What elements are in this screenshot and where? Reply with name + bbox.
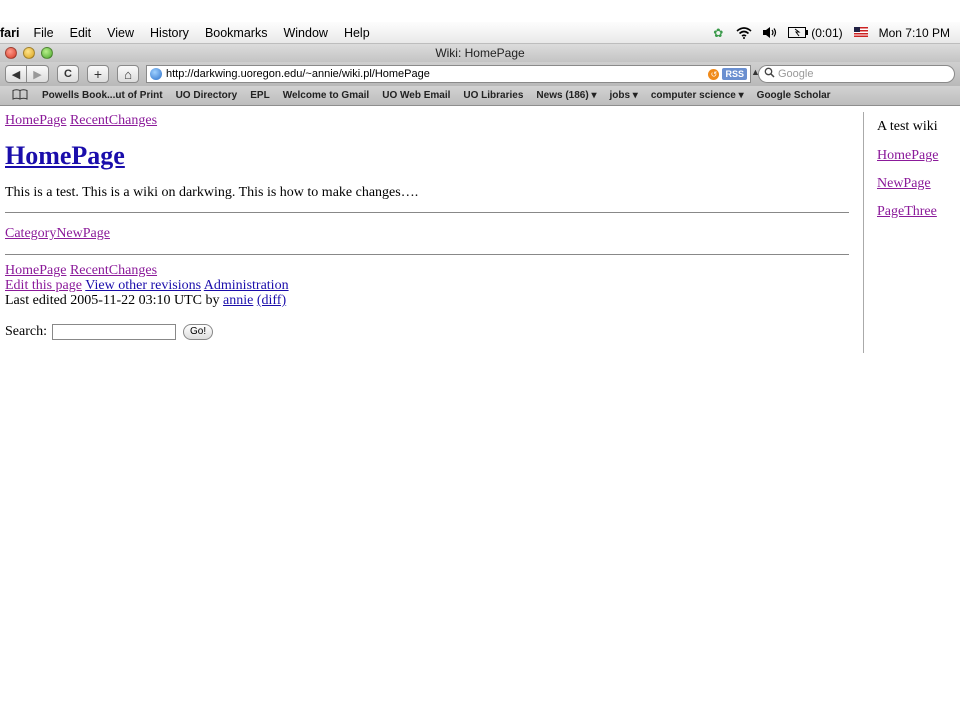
category-link[interactable]: CategoryNewPage	[5, 226, 110, 241]
footer-homepage-link[interactable]: HomePage	[5, 263, 66, 278]
wiki-search: Search: Go!	[5, 324, 849, 340]
menu-history[interactable]: History	[150, 26, 189, 40]
top-margin	[0, 0, 960, 22]
menu-window[interactable]: Window	[283, 26, 327, 40]
page-footer: HomePage RecentChanges Edit this page Vi…	[5, 263, 849, 308]
us-flag-icon[interactable]	[853, 26, 869, 40]
web-page: HomePage RecentChanges HomePage This is …	[0, 107, 960, 720]
search-icon[interactable]	[764, 67, 775, 81]
address-bar[interactable]: http://darkwing.uoregon.edu/~annie/wiki.…	[146, 65, 751, 83]
bookmark-folder[interactable]: jobs ▾	[609, 90, 637, 101]
category-section: CategoryNewPage	[5, 226, 849, 242]
clock[interactable]: Mon 7:10 PM	[879, 26, 950, 40]
volume-icon[interactable]	[762, 26, 778, 40]
bookmark-item[interactable]: UO Libraries	[463, 90, 523, 101]
author-link[interactable]: annie	[223, 293, 253, 308]
snapback-icon[interactable]: ↺	[708, 68, 720, 80]
bookmark-item[interactable]: Powells Book...ut of Print	[42, 90, 163, 101]
plant-icon[interactable]: ✿	[710, 26, 726, 40]
menu-view[interactable]: View	[107, 26, 134, 40]
menu-help[interactable]: Help	[344, 26, 370, 40]
last-edited: Last edited 2005-11-22 03:10 UTC by anni…	[5, 293, 849, 308]
home-button[interactable]: ⌂	[117, 65, 139, 83]
reload-button[interactable]: C	[57, 65, 79, 83]
window-title-bar[interactable]: Wiki: HomePage	[0, 44, 960, 62]
menu-bookmarks[interactable]: Bookmarks	[205, 26, 268, 40]
go-button[interactable]: Go!	[182, 324, 214, 340]
sidebar-link-homepage[interactable]: HomePage	[877, 148, 960, 164]
divider	[5, 212, 849, 213]
homepage-link[interactable]: HomePage	[5, 113, 66, 128]
reload-icon: C	[64, 68, 72, 80]
last-edited-text: Last edited 2005-11-22 03:10 UTC by	[5, 293, 220, 308]
bookmarks-bar: Powells Book...ut of Print UO Directory …	[0, 86, 960, 106]
divider	[5, 254, 849, 255]
forward-arrow-icon: ▶	[33, 68, 42, 81]
bookmark-item[interactable]: UO Web Email	[382, 90, 450, 101]
sidebar-link-pagethree[interactable]: PageThree	[877, 204, 960, 220]
globe-icon	[150, 68, 162, 80]
footer-nav: HomePage RecentChanges	[5, 263, 849, 278]
bookmark-item[interactable]: EPL	[250, 90, 269, 101]
battery-icon	[788, 27, 809, 38]
url-actions: ↺ RSS	[708, 68, 747, 80]
page-title: HomePage	[5, 141, 849, 171]
window-title: Wiki: HomePage	[435, 46, 525, 60]
bookmark-item[interactable]: Welcome to Gmail	[283, 90, 370, 101]
home-icon: ⌂	[124, 66, 132, 82]
browser-toolbar: ◀ ▶ C + ⌂ http://darkwing.uoregon.edu/~a…	[0, 62, 960, 86]
bookmark-folder[interactable]: computer science ▾	[651, 90, 744, 101]
sidebar-link-newpage[interactable]: NewPage	[877, 176, 960, 192]
menu-extras: ✿ (0:01) Mon 7:10 PM	[710, 26, 960, 40]
battery-time: (0:01)	[811, 25, 843, 40]
add-bookmark-button[interactable]: +	[87, 65, 109, 83]
menu-edit[interactable]: Edit	[70, 26, 92, 40]
edit-page-link[interactable]: Edit this page	[5, 278, 82, 293]
plus-icon: +	[93, 66, 103, 82]
search-placeholder: Google	[778, 68, 814, 80]
book-icon[interactable]	[12, 88, 28, 103]
rss-button[interactable]: RSS	[722, 68, 747, 80]
diff-link[interactable]: (diff)	[257, 293, 286, 308]
menu-file[interactable]: File	[33, 26, 53, 40]
search-label: Search:	[5, 324, 47, 339]
sidebar-title: A test wiki	[877, 119, 938, 134]
main-content: HomePage RecentChanges HomePage This is …	[5, 112, 849, 340]
footer-actions: Edit this page View other revisions Admi…	[5, 278, 849, 293]
forward-button[interactable]: ▶	[27, 65, 49, 83]
app-menu[interactable]: fari	[0, 26, 19, 40]
url-text[interactable]: http://darkwing.uoregon.edu/~annie/wiki.…	[166, 68, 708, 80]
menu-bar: fari File Edit View History Bookmarks Wi…	[0, 22, 960, 44]
page-body: This is a test. This is a wiki on darkwi…	[5, 185, 419, 200]
wifi-icon[interactable]	[736, 26, 752, 40]
administration-link[interactable]: Administration	[204, 278, 289, 293]
battery-status[interactable]: (0:01)	[788, 25, 843, 40]
wiki-search-input[interactable]	[51, 324, 176, 340]
search-box[interactable]: Google	[758, 65, 955, 83]
back-arrow-icon: ◀	[11, 68, 21, 81]
back-button[interactable]: ◀	[5, 65, 27, 83]
bookmark-item[interactable]: Google Scholar	[757, 90, 831, 101]
wiki-sidebar: A test wiki HomePage NewPage PageThree	[863, 112, 960, 353]
nav-buttons: ◀ ▶	[5, 65, 49, 83]
page-title-link[interactable]: HomePage	[5, 141, 125, 170]
top-nav: HomePage RecentChanges	[5, 112, 849, 129]
footer-recentchanges-link[interactable]: RecentChanges	[70, 263, 157, 278]
view-revisions-link[interactable]: View other revisions	[85, 278, 201, 293]
bookmark-item[interactable]: UO Directory	[176, 90, 238, 101]
bookmark-folder[interactable]: News (186) ▾	[536, 90, 596, 101]
recentchanges-link[interactable]: RecentChanges	[70, 113, 157, 128]
